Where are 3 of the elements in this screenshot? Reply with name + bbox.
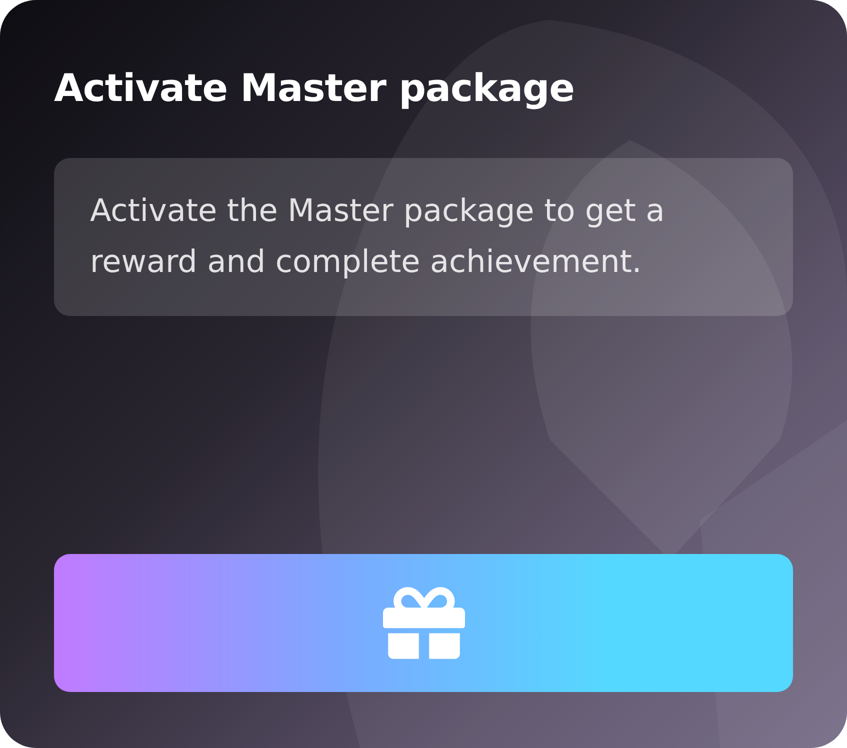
reward-button[interactable] bbox=[54, 554, 793, 692]
description-text: Activate the Master package to get a reward and complete achievement. bbox=[90, 192, 666, 282]
card-title: Activate Master package bbox=[54, 65, 576, 112]
